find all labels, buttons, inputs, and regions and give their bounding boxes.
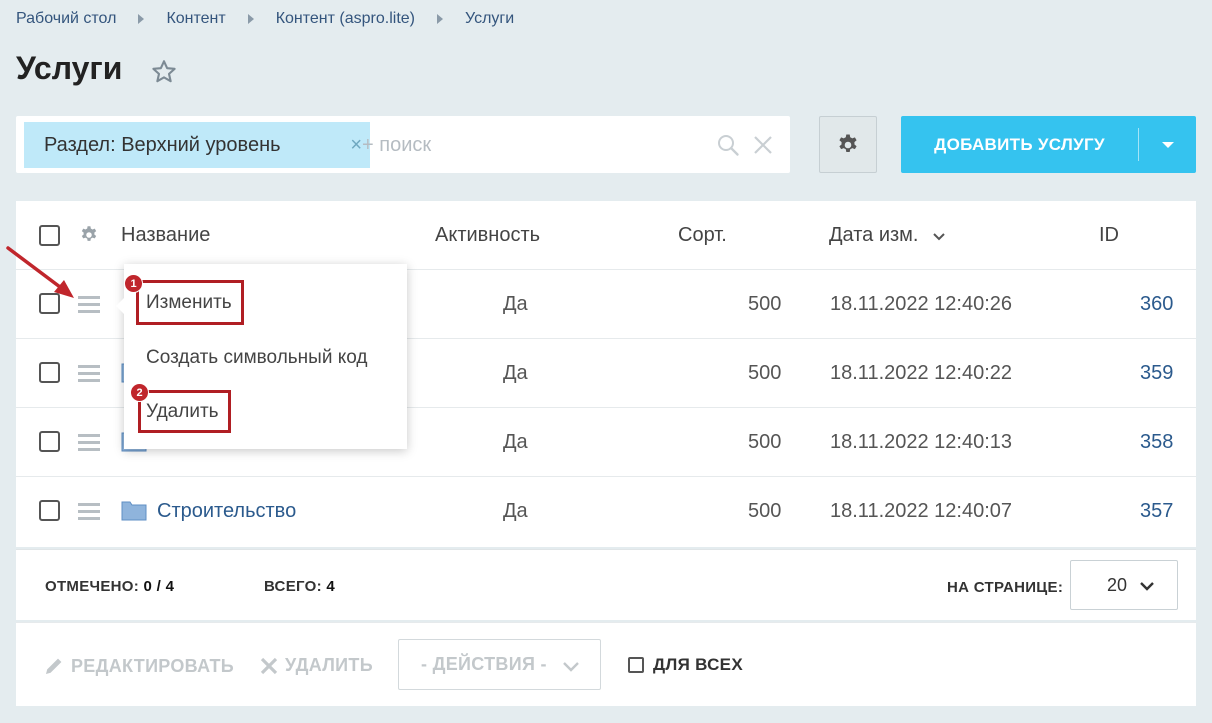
actions-select[interactable]: - ДЕЙСТВИЯ - bbox=[398, 639, 601, 690]
highlight-edit bbox=[136, 280, 244, 325]
delete-button[interactable]: УДАЛИТЬ bbox=[259, 655, 373, 676]
row-sort: 500 bbox=[748, 500, 782, 522]
row-active: Да bbox=[503, 431, 528, 453]
perpage-value: 20 bbox=[1107, 574, 1128, 595]
edit-button[interactable]: РЕДАКТИРОВАТЬ bbox=[43, 655, 234, 677]
actions-select-label: - ДЕЙСТВИЯ - bbox=[421, 654, 547, 674]
checked-label: ОТМЕЧЕНО: bbox=[45, 578, 140, 595]
row-id[interactable]: 359 bbox=[1140, 362, 1173, 385]
table-header: Название Активность Сорт. Дата изм. ID bbox=[16, 201, 1196, 270]
delete-label: УДАЛИТЬ bbox=[285, 655, 373, 675]
action-bar: РЕДАКТИРОВАТЬ УДАЛИТЬ - ДЕЙСТВИЯ - ДЛЯ В… bbox=[16, 622, 1196, 706]
breadcrumb-item-content[interactable]: Контент bbox=[166, 10, 225, 28]
row-active: Да bbox=[503, 293, 528, 315]
menu-item-create-code[interactable]: Создать символьный код bbox=[146, 347, 367, 369]
for-all-checkbox[interactable]: ДЛЯ ВСЕХ bbox=[628, 655, 743, 675]
checked-value: 0 / 4 bbox=[143, 578, 175, 595]
row-checkbox[interactable] bbox=[39, 362, 60, 383]
breadcrumb: Рабочий стол Контент Контент (aspro.lite… bbox=[16, 10, 514, 28]
chevron-down-icon bbox=[933, 233, 945, 241]
row-menu-icon[interactable] bbox=[78, 503, 100, 520]
add-service-label: ДОБАВИТЬ УСЛУГУ bbox=[934, 134, 1105, 154]
close-icon bbox=[260, 657, 278, 674]
row-date: 18.11.2022 12:40:26 bbox=[830, 293, 1013, 315]
page-title: Услуги bbox=[16, 50, 123, 86]
row-active: Да bbox=[503, 362, 528, 384]
row-menu-icon[interactable] bbox=[78, 434, 100, 451]
filter-chip-label: Раздел: Верхний уровень bbox=[44, 133, 281, 156]
table-row[interactable]: Строительство Да 500 18.11.2022 12:40:07… bbox=[16, 477, 1196, 546]
column-header-sort[interactable]: Сорт. bbox=[678, 224, 727, 247]
breadcrumb-item-desktop[interactable]: Рабочий стол bbox=[16, 10, 116, 28]
for-all-label: ДЛЯ ВСЕХ bbox=[653, 655, 743, 674]
search-input[interactable] bbox=[362, 124, 692, 166]
add-dropdown-toggle[interactable] bbox=[1139, 141, 1196, 148]
select-all-checkbox[interactable] bbox=[39, 225, 60, 246]
close-icon[interactable] bbox=[752, 134, 774, 156]
settings-button[interactable] bbox=[819, 116, 877, 173]
filter-chip-section[interactable]: Раздел: Верхний уровень × bbox=[24, 122, 370, 168]
caret-down-icon bbox=[1161, 141, 1174, 148]
chevron-down-icon bbox=[563, 662, 579, 672]
row-sort: 500 bbox=[748, 293, 782, 315]
row-date: 18.11.2022 12:40:07 bbox=[830, 500, 1013, 522]
column-header-active[interactable]: Активность bbox=[435, 224, 540, 247]
edit-label: РЕДАКТИРОВАТЬ bbox=[71, 655, 235, 676]
total-count: ВСЕГО: 4 bbox=[264, 578, 335, 595]
arrow-annotation-icon bbox=[6, 246, 74, 298]
filter-bar: Раздел: Верхний уровень × bbox=[16, 116, 790, 173]
column-header-date[interactable]: Дата изм. bbox=[829, 224, 919, 247]
total-label: ВСЕГО: bbox=[264, 578, 322, 595]
highlight-delete bbox=[138, 390, 231, 433]
breadcrumb-item-aspro[interactable]: Контент (aspro.lite) bbox=[276, 10, 415, 28]
pencil-icon bbox=[46, 658, 62, 674]
row-id[interactable]: 357 bbox=[1140, 500, 1173, 523]
add-service-button[interactable]: ДОБАВИТЬ УСЛУГУ bbox=[901, 116, 1196, 173]
step-badge-2: 2 bbox=[130, 383, 149, 402]
row-menu-icon[interactable] bbox=[78, 296, 100, 313]
row-name[interactable]: Строительство bbox=[157, 500, 296, 523]
row-checkbox[interactable] bbox=[39, 431, 60, 452]
gear-icon bbox=[839, 134, 857, 152]
column-header-id[interactable]: ID bbox=[1099, 224, 1119, 247]
breadcrumb-separator-icon bbox=[247, 14, 254, 24]
breadcrumb-item-current: Услуги bbox=[465, 10, 515, 27]
column-header-name[interactable]: Название bbox=[121, 224, 210, 247]
row-id[interactable]: 360 bbox=[1140, 293, 1173, 316]
perpage-label: НА СТРАНИЦЕ: bbox=[947, 579, 1064, 596]
total-value: 4 bbox=[326, 578, 335, 595]
row-id[interactable]: 358 bbox=[1140, 431, 1173, 454]
table-footer: ОТМЕЧЕНО: 0 / 4 ВСЕГО: 4 НА СТРАНИЦЕ: 20 bbox=[16, 549, 1196, 620]
folder-icon bbox=[121, 501, 147, 521]
row-date: 18.11.2022 12:40:22 bbox=[830, 362, 1013, 384]
row-checkbox[interactable] bbox=[39, 500, 60, 521]
row-active: Да bbox=[503, 500, 528, 522]
row-date: 18.11.2022 12:40:13 bbox=[830, 431, 1013, 453]
checked-count: ОТМЕЧЕНО: 0 / 4 bbox=[45, 578, 174, 595]
search-icon[interactable] bbox=[716, 133, 740, 157]
row-menu-icon[interactable] bbox=[78, 365, 100, 382]
chip-close-icon[interactable]: × bbox=[350, 134, 362, 157]
star-icon[interactable] bbox=[150, 58, 178, 86]
row-sort: 500 bbox=[748, 431, 782, 453]
perpage-select[interactable]: 20 bbox=[1070, 560, 1178, 610]
row-sort: 500 bbox=[748, 362, 782, 384]
gear-icon[interactable] bbox=[79, 225, 99, 245]
breadcrumb-separator-icon bbox=[437, 14, 443, 24]
for-all-box[interactable] bbox=[628, 657, 644, 673]
chevron-down-icon bbox=[1140, 582, 1154, 591]
step-badge-1: 1 bbox=[124, 274, 143, 293]
breadcrumb-separator-icon bbox=[138, 14, 145, 24]
